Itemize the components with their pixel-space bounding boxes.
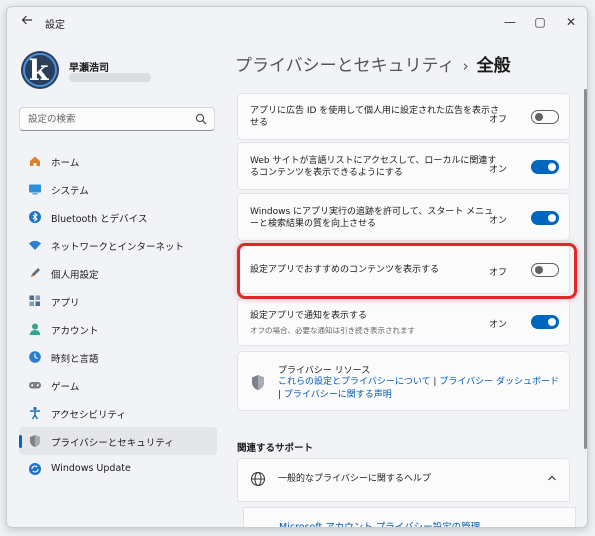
sidebar-item-apps[interactable]: アプリ: [19, 287, 217, 315]
update-icon: [28, 462, 42, 476]
monitor-icon: [28, 182, 42, 196]
link-privacy-statement[interactable]: プライバシーに関する声明: [284, 390, 392, 400]
privacy-resources-card: プライバシー リソース これらの設定とプライバシーについて | プライバシー ダ…: [237, 351, 570, 411]
chevron-up-icon: [548, 475, 556, 481]
sidebar-item-label: アカウント: [51, 326, 99, 337]
shield-icon: [28, 434, 42, 448]
home-icon: [28, 154, 42, 168]
link-privacy-dashboard[interactable]: プライバシー ダッシュボード: [439, 377, 559, 387]
accessibility-icon: [28, 406, 42, 420]
toggle-control[interactable]: オン: [489, 160, 559, 176]
toggle-state: オフ: [489, 115, 508, 125]
search-box[interactable]: [19, 107, 215, 131]
setting-label: Windows にアプリ実行の追跡を許可して、スタート メニューと検索結果の質を…: [250, 207, 494, 229]
link-settings-privacy[interactable]: これらの設定とプライバシーについて: [278, 377, 431, 387]
wifi-icon: [28, 238, 42, 252]
sidebar-item-label: ゲーム: [51, 382, 80, 393]
toggle-control[interactable]: オフ: [489, 110, 559, 126]
title-bar: 設定 — ▢ ✕: [7, 7, 587, 37]
resources-title: プライバシー リソース: [278, 366, 371, 376]
sidebar-item-label: 時刻と言語: [51, 354, 99, 365]
toggle-switch[interactable]: [531, 110, 559, 124]
toggle-knob: [548, 163, 556, 171]
sidebar-item-system[interactable]: システム: [19, 175, 217, 203]
toggle-control[interactable]: オン: [489, 211, 559, 227]
link-separator: |: [430, 377, 440, 387]
highlight-annotation: [237, 243, 577, 299]
sidebar-item-gaming[interactable]: ゲーム: [19, 371, 217, 399]
sidebar-item-accessibility[interactable]: アクセシビリティ: [19, 399, 217, 427]
arrow-left-icon: [21, 15, 32, 25]
bluetooth-icon: [28, 210, 42, 224]
sidebar-nav: ホーム システム Bluetooth とデバイス ネットワークとインターネット …: [19, 147, 217, 483]
breadcrumb-parent[interactable]: プライバシーとセキュリティ: [235, 56, 455, 76]
toggle-state: オン: [489, 165, 508, 175]
breadcrumb-separator: ›: [462, 57, 469, 75]
toggle-knob: [535, 113, 543, 121]
shield-icon: [252, 375, 264, 390]
sidebar-item-network[interactable]: ネットワークとインターネット: [19, 231, 217, 259]
setting-advertising-id: アプリに広告 ID を使用して個人用に設定された広告を表示させる オフ: [237, 93, 570, 140]
sidebar-item-label: アプリ: [51, 298, 80, 309]
sidebar-item-personalization[interactable]: 個人用設定: [19, 259, 217, 287]
toggle-switch[interactable]: [531, 315, 559, 329]
sidebar-item-label: ネットワークとインターネット: [51, 242, 185, 253]
toggle-switch[interactable]: [531, 211, 559, 225]
privacy-help-expander[interactable]: 一般的なプライバシーに関するヘルプ: [237, 458, 570, 502]
back-button[interactable]: [19, 14, 35, 30]
setting-description: オフの場合、必要な通知は引き続き表示されます: [250, 326, 415, 335]
maximize-button[interactable]: ▢: [527, 12, 553, 32]
sidebar-item-label: Bluetooth とデバイス: [51, 214, 148, 225]
toggle-knob: [548, 214, 556, 222]
toggle-control[interactable]: オン: [489, 315, 559, 331]
sidebar-item-bluetooth[interactable]: Bluetooth とデバイス: [19, 203, 217, 231]
profile-email-redacted: [69, 73, 151, 82]
apps-grid-icon: [28, 294, 42, 308]
sidebar-item-privacy-security[interactable]: プライバシーとセキュリティ: [19, 427, 217, 455]
avatar-logo-icon: k: [29, 54, 49, 87]
app-title: 設定: [45, 20, 65, 31]
setting-notifications: 設定アプリで通知を表示する オフの場合、必要な通知は引き続き表示されます オン: [237, 298, 570, 346]
sidebar-item-windows-update[interactable]: Windows Update: [19, 455, 217, 483]
search-icon: [195, 113, 207, 125]
page-title: 全般: [476, 56, 511, 76]
globe-icon: [251, 472, 265, 486]
search-input[interactable]: [20, 108, 190, 130]
person-icon: [28, 322, 42, 336]
sidebar-item-label: ホーム: [51, 158, 80, 169]
sidebar-item-label: アクセシビリティ: [51, 410, 126, 421]
setting-app-launch-tracking: Windows にアプリ実行の追跡を許可して、スタート メニューと検索結果の質を…: [237, 193, 570, 241]
sidebar-item-home[interactable]: ホーム: [19, 147, 217, 175]
sidebar-item-label: プライバシーとセキュリティ: [51, 438, 174, 449]
sidebar-item-time-language[interactable]: 時刻と言語: [19, 343, 217, 371]
avatar[interactable]: k: [21, 51, 59, 89]
sidebar-item-accounts[interactable]: アカウント: [19, 315, 217, 343]
gamepad-icon: [28, 378, 42, 392]
related-support-heading: 関連するサポート: [237, 443, 314, 454]
toggle-state: オン: [489, 216, 508, 226]
toggle-knob: [548, 318, 556, 326]
breadcrumb: プライバシーとセキュリティ › 全般: [235, 51, 511, 76]
help-link-microsoft-account-privacy[interactable]: Microsoft アカウント プライバシー設定の管理: [279, 519, 480, 527]
toggle-state: オン: [489, 320, 508, 330]
sidebar-item-label: システム: [51, 186, 89, 197]
settings-window: 設定 — ▢ ✕ k 早瀬浩司 ホーム システム Bluetooth とデバイス…: [6, 6, 588, 528]
toggle-switch[interactable]: [531, 160, 559, 174]
help-label: 一般的なプライバシーに関するヘルプ: [278, 474, 431, 484]
resources-links: これらの設定とプライバシーについて | プライバシー ダッシュボード | プライ…: [278, 376, 563, 402]
clock-globe-icon: [28, 350, 42, 364]
scrollbar[interactable]: [584, 89, 587, 449]
setting-label: アプリに広告 ID を使用して個人用に設定された広告を表示させる: [250, 106, 500, 128]
setting-language-list: Web サイトが言語リストにアクセスして、ローカルに関連するコンテンツを表示でき…: [237, 142, 570, 190]
divider: [244, 507, 575, 508]
profile-name: 早瀬浩司: [69, 63, 109, 74]
pencil-icon: [28, 266, 42, 280]
setting-label: Web サイトが言語リストにアクセスして、ローカルに関連するコンテンツを表示でき…: [250, 156, 497, 178]
sidebar-item-label: 個人用設定: [51, 270, 99, 281]
sidebar-item-label: Windows Update: [51, 463, 131, 474]
setting-label: 設定アプリで通知を表示する: [250, 311, 368, 321]
minimize-button[interactable]: —: [497, 12, 523, 32]
close-button[interactable]: ✕: [558, 12, 584, 32]
active-indicator: [19, 435, 22, 448]
